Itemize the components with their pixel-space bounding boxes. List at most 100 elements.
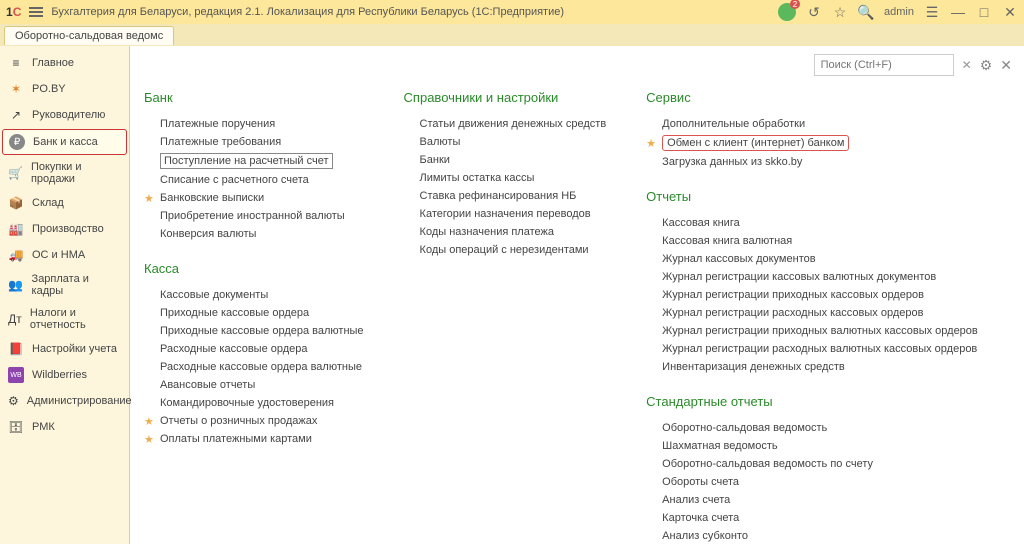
sidebar-item-2[interactable]: ↗Руководителю	[0, 102, 129, 128]
menu-link[interactable]: Журнал кассовых документов	[662, 253, 815, 265]
menu-link[interactable]: Кассовые документы	[160, 289, 268, 301]
logo-1c: 1C	[6, 5, 21, 19]
menu-link[interactable]: Банки	[420, 154, 450, 166]
menu-link[interactable]: Журнал регистрации расходных валютных ка…	[662, 343, 977, 355]
list-item: Авансовые отчеты	[144, 376, 364, 394]
search-input[interactable]	[814, 54, 954, 76]
menu-link[interactable]: Журнал регистрации расходных кассовых ор…	[662, 307, 923, 319]
sidebar-item-1[interactable]: ✶PO.BY	[0, 76, 129, 102]
menu-link[interactable]: Дополнительные обработки	[662, 118, 805, 130]
sidebar-item-9[interactable]: ДтНалоги и отчетность	[0, 302, 129, 336]
maximize-icon[interactable]: □	[976, 4, 992, 20]
sidebar-item-6[interactable]: 🏭Производство	[0, 216, 129, 242]
menu-link[interactable]: Оборотно-сальдовая ведомость по счету	[662, 458, 873, 470]
history-icon[interactable]: ↺	[806, 4, 822, 20]
menu-link[interactable]: Журнал регистрации приходных кассовых ор…	[662, 289, 924, 301]
filter-icon[interactable]: ☰	[924, 4, 940, 20]
menu-link[interactable]: Загрузка данных из skko.by	[662, 156, 802, 168]
sidebar-item-10[interactable]: 📕Настройки учета	[0, 336, 129, 362]
list-item: ★Банковские выписки	[144, 189, 364, 207]
menu-link[interactable]: Приходные кассовые ордера валютные	[160, 325, 364, 337]
list-item: ★Отчеты о розничных продажах	[144, 412, 364, 430]
list-item: Расходные кассовые ордера	[144, 340, 364, 358]
list-item: Коды операций с нерезидентами	[404, 241, 607, 259]
list-item: Банки	[404, 151, 607, 169]
menu-link[interactable]: Карточка счета	[662, 512, 739, 524]
minimize-icon[interactable]: —	[950, 4, 966, 20]
menu-link[interactable]: Командировочные удостоверения	[160, 397, 334, 409]
sidebar-item-label: Руководителю	[32, 109, 105, 121]
sidebar-item-5[interactable]: 📦Склад	[0, 190, 129, 216]
clear-search-icon[interactable]: ✕	[962, 58, 972, 72]
sidebar-item-8[interactable]: 👥Зарплата и кадры	[0, 268, 129, 302]
menu-link[interactable]: Кассовая книга	[662, 217, 740, 229]
close-panel-icon[interactable]: ✕	[1000, 57, 1012, 74]
menu-link[interactable]: Валюты	[420, 136, 461, 148]
list-item: Загрузка данных из skko.by	[646, 153, 978, 171]
sidebar-item-4[interactable]: 🛒Покупки и продажи	[0, 156, 129, 190]
menu-link[interactable]: Коды назначения платежа	[420, 226, 554, 238]
sidebar-item-7[interactable]: 🚚ОС и НМА	[0, 242, 129, 268]
sidebar-item-13[interactable]: 🗄РМК	[0, 414, 129, 440]
sidebar-item-label: Wildberries	[32, 369, 87, 381]
menu-link[interactable]: Обороты счета	[662, 476, 739, 488]
menu-link[interactable]: Коды операций с нерезидентами	[420, 244, 589, 256]
menu-link[interactable]: Анализ счета	[662, 494, 730, 506]
sidebar-item-label: Банк и касса	[33, 136, 98, 148]
menu-link[interactable]: Обмен с клиент (интернет) банком	[662, 135, 849, 151]
menu-link[interactable]: Списание с расчетного счета	[160, 174, 309, 186]
sidebar-item-3[interactable]: ₽ Банк и касса	[2, 129, 127, 155]
list-item: Оборотно-сальдовая ведомость по счету	[646, 455, 978, 473]
menu-link[interactable]: Оборотно-сальдовая ведомость	[662, 422, 827, 434]
star-icon: ★	[144, 433, 156, 446]
menu-link[interactable]: Авансовые отчеты	[160, 379, 255, 391]
menu-link[interactable]: Журнал регистрации приходных валютных ка…	[662, 325, 978, 337]
menu-link[interactable]: Анализ субконто	[662, 530, 748, 542]
menu-link[interactable]: Журнал регистрации кассовых валютных док…	[662, 271, 936, 283]
menu-link[interactable]: Платежные поручения	[160, 118, 275, 130]
star-icon: ★	[646, 137, 658, 150]
menu-link[interactable]: Расходные кассовые ордера	[160, 343, 308, 355]
user-label[interactable]: admin	[884, 4, 914, 20]
menu-link[interactable]: Шахматная ведомость	[662, 440, 777, 452]
gear-icon[interactable]: ⚙	[980, 57, 993, 74]
favorite-icon[interactable]: ☆	[832, 4, 848, 20]
sidebar-icon: 📦	[8, 195, 24, 211]
list-item: Платежные требования	[144, 133, 364, 151]
notification-icon[interactable]	[778, 3, 796, 21]
menu-link[interactable]: Конверсия валюты	[160, 228, 256, 240]
list-item: Кассовые документы	[144, 286, 364, 304]
menu-link[interactable]: Приобретение иностранной валюты	[160, 210, 345, 222]
list-item: Кассовая книга валютная	[646, 232, 978, 250]
sidebar-item-0[interactable]: ≡Главное	[0, 50, 129, 76]
menu-link[interactable]: Инвентаризация денежных средств	[662, 361, 845, 373]
search-icon[interactable]: 🔍	[858, 4, 874, 20]
menu-link[interactable]: Платежные требования	[160, 136, 281, 148]
close-icon[interactable]: ✕	[1002, 4, 1018, 20]
menu-link[interactable]: Расходные кассовые ордера валютные	[160, 361, 362, 373]
section-bank-title: Банк	[144, 90, 364, 105]
menu-icon[interactable]	[29, 5, 43, 19]
sidebar-icon: ₽	[9, 134, 25, 150]
sidebar-item-label: Производство	[32, 223, 104, 235]
list-item: Валюты	[404, 133, 607, 151]
menu-link[interactable]: Лимиты остатка кассы	[420, 172, 535, 184]
list-item: Карточка счета	[646, 509, 978, 527]
list-item: Журнал регистрации расходных валютных ка…	[646, 340, 978, 358]
sidebar-item-12[interactable]: ⚙Администрирование	[0, 388, 129, 414]
menu-link[interactable]: Оплаты платежными картами	[160, 433, 312, 445]
menu-link[interactable]: Поступление на расчетный счет	[160, 153, 333, 169]
menu-link[interactable]: Приходные кассовые ордера	[160, 307, 309, 319]
menu-link[interactable]: Кассовая книга валютная	[662, 235, 792, 247]
menu-link[interactable]: Ставка рефинансирования НБ	[420, 190, 577, 202]
menu-link[interactable]: Отчеты о розничных продажах	[160, 415, 317, 427]
section-sprav-title: Справочники и настройки	[404, 90, 607, 105]
menu-link[interactable]: Категории назначения переводов	[420, 208, 591, 220]
tabstrip: Оборотно-сальдовая ведомс	[0, 24, 1024, 46]
menu-link[interactable]: Банковские выписки	[160, 192, 264, 204]
menu-link[interactable]: Статьи движения денежных средств	[420, 118, 607, 130]
list-item: Приобретение иностранной валюты	[144, 207, 364, 225]
sidebar-item-11[interactable]: WBWildberries	[0, 362, 129, 388]
sidebar: ≡Главное✶PO.BY↗Руководителю ₽ Банк и касса…	[0, 46, 130, 544]
tab-current[interactable]: Оборотно-сальдовая ведомс	[4, 26, 174, 45]
